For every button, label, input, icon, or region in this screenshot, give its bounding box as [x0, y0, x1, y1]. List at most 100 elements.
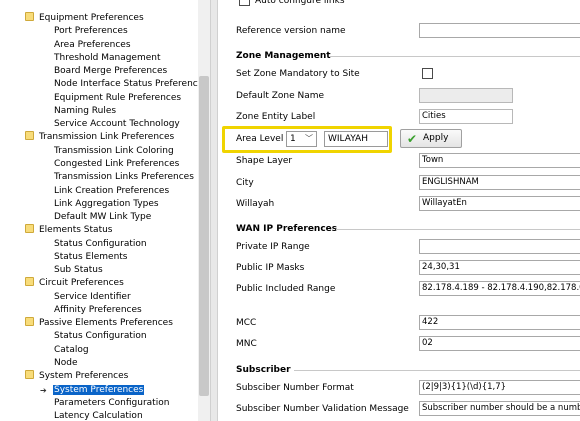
tree-item-label: Board Merge Preferences — [54, 66, 168, 77]
folder-icon — [25, 317, 34, 327]
tree-item-label: Sub Status — [54, 265, 103, 276]
willayah-input[interactable]: WillayatEn — [419, 196, 580, 211]
set-zone-mandatory-label: Set Zone Mandatory to Site — [236, 69, 360, 79]
willayah-label: Willayah — [236, 199, 275, 209]
tree-item[interactable]: Service Account Technology — [53, 118, 181, 131]
subscriber-title: Subscriber — [236, 365, 291, 375]
tree-item[interactable]: Port Preferences — [53, 25, 129, 38]
private-ip-range-input[interactable] — [419, 239, 580, 254]
folder-icon — [25, 370, 34, 380]
preferences-tree: Equipment Preferences Port Preferences Are… — [0, 0, 198, 421]
shape-layer-label: Shape Layer — [236, 156, 293, 166]
tree-item[interactable]: Status Configuration — [53, 330, 148, 343]
tree-item-label: Congested Link Preferences — [54, 158, 180, 169]
zone-management-title: Zone Management — [236, 51, 331, 61]
tree-item-label: Circuit Preferences — [39, 278, 124, 289]
public-included-range-label: Public Included Range — [236, 284, 336, 294]
set-zone-mandatory-checkbox[interactable] — [422, 68, 433, 79]
city-label: City — [236, 178, 254, 188]
tree-item-label: Node — [54, 358, 78, 369]
zone-entity-label-label: Zone Entity Label — [236, 112, 316, 122]
tree-item[interactable]: Naming Rules — [53, 105, 117, 118]
tree-item[interactable]: ➔ System Preferences — [40, 384, 145, 397]
tree-item-label: Default MW Link Type — [54, 212, 152, 223]
tree-folder[interactable]: System Preferences — [25, 370, 129, 383]
tree-item[interactable]: Node — [53, 357, 79, 370]
checkmark-icon: ✔ — [407, 132, 418, 146]
folder-icon — [25, 12, 34, 21]
tree-item-label: System Preferences — [53, 384, 145, 395]
tree-folder[interactable]: Elements Status — [25, 224, 114, 237]
city-input[interactable]: ENGLISHNAM — [419, 175, 580, 190]
tree-folder[interactable]: Transmission Link Preferences — [25, 131, 175, 144]
tree-item-label: Area Preferences — [54, 39, 131, 50]
tree-item[interactable]: Latency Calculation — [53, 410, 144, 421]
tree-folder[interactable]: Circuit Preferences — [25, 277, 125, 290]
subscriber-number-format-label: Subsciber Number Format — [236, 383, 354, 393]
tree-item[interactable]: Default MW Link Type — [53, 211, 152, 224]
subscriber-validation-message-input[interactable]: Subscriber number should be a number — [419, 401, 580, 416]
public-included-range-input[interactable]: 82.178.4.189 - 82.178.4.190,82.178.0 — [419, 281, 580, 296]
folder-icon — [25, 277, 34, 287]
public-ip-masks-input[interactable]: 24,30,31 — [419, 260, 580, 275]
tree-folder[interactable]: Passive Elements Preferences — [25, 317, 174, 330]
tree-item[interactable]: Status Configuration — [53, 238, 148, 251]
tree-item[interactable]: Parameters Configuration — [53, 397, 170, 410]
tree-item[interactable]: Link Aggregation Types — [53, 198, 160, 211]
tree-item[interactable]: Status Elements — [53, 251, 129, 264]
shape-layer-input[interactable]: Town — [419, 153, 580, 168]
wan-ip-title: WAN IP Preferences — [236, 224, 338, 234]
public-ip-masks-label: Public IP Masks — [236, 263, 305, 273]
tree-item[interactable]: Transmission Link Coloring — [53, 145, 175, 158]
tree-item[interactable]: Threshold Management — [53, 52, 162, 65]
tree-item-label: Catalog — [54, 344, 89, 355]
tree-item-label: System Preferences — [39, 371, 129, 382]
tree-item[interactable]: Catalog — [53, 344, 90, 357]
tree-item[interactable]: Sub Status — [53, 264, 104, 277]
panel-splitter[interactable] — [210, 0, 218, 421]
apply-button[interactable]: ✔ Apply — [400, 129, 462, 148]
area-level-select[interactable]: 1 ﹀ — [286, 131, 317, 147]
tree-item[interactable]: Congested Link Preferences — [53, 158, 180, 171]
area-level-name-input[interactable]: WILAYAH — [324, 131, 388, 147]
tree-item-label: Status Elements — [54, 251, 128, 262]
tree-folder[interactable]: Equipment Preferences — [25, 12, 145, 25]
subscriber-divider — [294, 370, 580, 371]
tree-item-label: Threshold Management — [54, 52, 161, 63]
tree-item-label: Equipment Rule Preferences — [54, 92, 182, 103]
mnc-label: MNC — [236, 339, 257, 349]
mcc-label: MCC — [236, 318, 257, 328]
tree-item-label: Elements Status — [39, 225, 113, 236]
default-zone-name-label: Default Zone Name — [236, 91, 325, 101]
chevron-down-icon: ﹀ — [305, 134, 313, 143]
tree-item[interactable]: Node Interface Status Preferences — [53, 78, 198, 91]
apply-button-label: Apply — [423, 133, 449, 143]
zone-entity-label-input[interactable]: Cities — [419, 109, 513, 124]
subscriber-number-format-input[interactable]: (2|9|3){1}(\d){1,7} — [419, 380, 580, 395]
subscriber-validation-message-label: Subsciber Number Validation Message — [236, 404, 409, 414]
tree-item[interactable]: Board Merge Preferences — [53, 65, 168, 78]
tree-item-label: Status Configuration — [54, 331, 147, 342]
reference-version-name-input[interactable] — [419, 23, 580, 38]
selection-arrow-icon: ➔ — [40, 385, 47, 395]
tree-item[interactable]: Affinity Preferences — [53, 304, 143, 317]
tree-item[interactable]: Service Identifier — [53, 291, 132, 304]
tree-item-label: Status Configuration — [54, 238, 147, 249]
auto-configure-links-checkbox[interactable] — [239, 0, 250, 6]
tree-item[interactable]: Link Creation Preferences — [53, 185, 170, 198]
mcc-input[interactable]: 422 — [419, 315, 580, 330]
area-level-select-value: 1 — [290, 134, 296, 144]
tree-item[interactable]: Area Preferences — [53, 39, 132, 52]
mnc-input[interactable]: 02 — [419, 336, 580, 351]
tree-item[interactable]: Equipment Rule Preferences — [53, 92, 182, 105]
tree-item-label: Parameters Configuration — [54, 397, 170, 408]
folder-icon — [25, 224, 34, 234]
tree-item-label: Port Preferences — [54, 26, 128, 37]
tree-item-label: Node Interface Status Preferences — [54, 79, 198, 90]
tree-item[interactable]: Transmission Links Preferences — [53, 171, 195, 184]
tree-item-label: Affinity Preferences — [54, 304, 142, 315]
auto-configure-links-label: Auto configure links — [255, 0, 345, 6]
wan-ip-divider — [336, 229, 580, 230]
tree-item-label: Transmission Link Coloring — [54, 145, 174, 156]
tree-scrollbar-thumb[interactable] — [199, 76, 209, 396]
